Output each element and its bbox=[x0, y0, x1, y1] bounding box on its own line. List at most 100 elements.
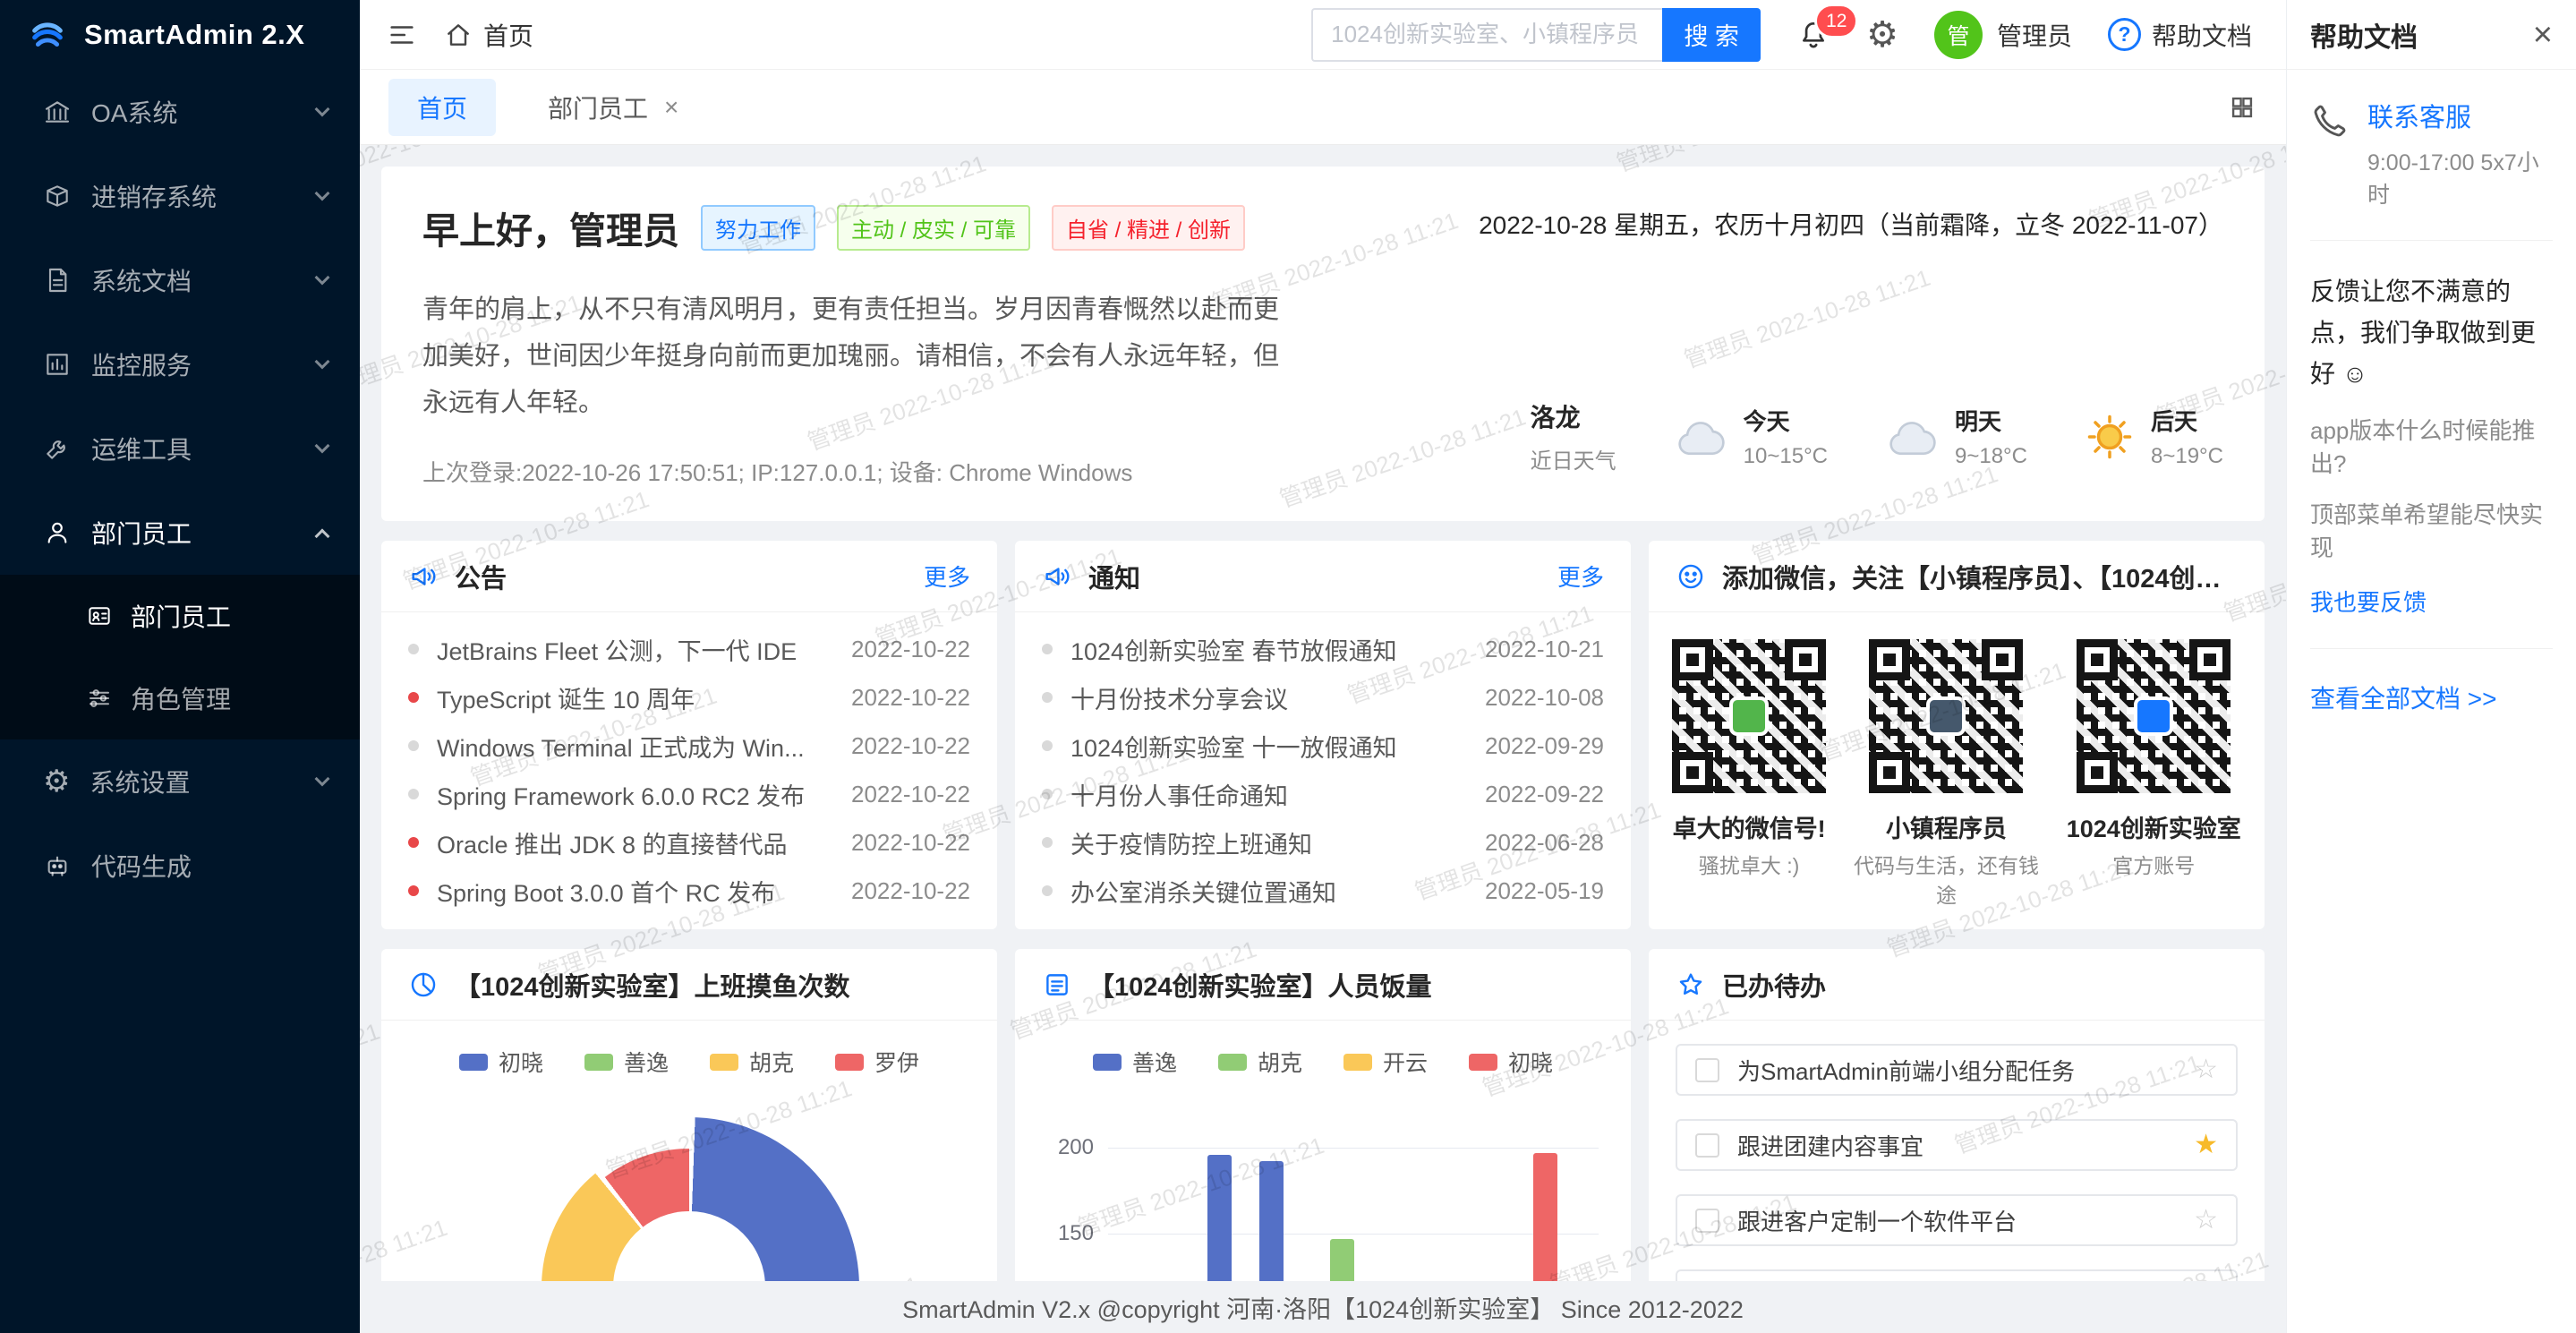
sidebar-item-oa[interactable]: OA系统 bbox=[0, 70, 360, 154]
wrench-icon bbox=[43, 434, 72, 463]
legend-item[interactable]: 初晓 bbox=[459, 1046, 543, 1078]
list-item[interactable]: Oracle 推出 JDK 8 的直接替代品2022-10-22 bbox=[408, 818, 970, 867]
list-item[interactable]: 十月份人事任命通知2022-09-22 bbox=[1042, 770, 1604, 818]
weather-day-name: 明天 bbox=[1955, 404, 2027, 437]
todo-item-cut[interactable]: ☆ bbox=[1676, 1269, 2238, 1281]
list-item[interactable]: Spring Boot 3.0.0 首个 RC 发布2022-10-22 bbox=[408, 867, 970, 915]
app-logo[interactable]: SmartAdmin 2.X bbox=[0, 0, 360, 70]
notifications-button[interactable]: 12 bbox=[1796, 18, 1830, 52]
sidebar-menu: OA系统 进销存系统 系统文档 监控服务 运维工具 部门员工 部门员工 bbox=[0, 70, 360, 908]
legend-swatch bbox=[584, 1054, 613, 1071]
close-icon[interactable]: × bbox=[2533, 18, 2553, 52]
bullet-dot bbox=[1042, 692, 1053, 703]
tab-home[interactable]: 首页 bbox=[388, 79, 496, 136]
bar bbox=[1330, 1239, 1354, 1281]
todo-item[interactable]: 跟进客户定制一个软件平台 ☆ bbox=[1676, 1194, 2238, 1246]
cloud-icon bbox=[1883, 415, 1941, 458]
item-date: 2022-10-22 bbox=[851, 781, 970, 808]
fish-donut bbox=[381, 1081, 997, 1281]
star-filled-icon[interactable]: ★ bbox=[2194, 1132, 2218, 1158]
item-date: 2022-09-22 bbox=[1485, 781, 1604, 808]
help-docs-button[interactable]: ? 帮助文档 bbox=[2108, 17, 2252, 53]
list-item[interactable]: 关于疫情防控上班通知2022-06-28 bbox=[1042, 818, 1604, 867]
tab-close-icon[interactable]: × bbox=[664, 93, 678, 122]
list-item[interactable]: 办公室消杀关键位置通知2022-05-19 bbox=[1042, 867, 1604, 915]
greeting-title: 早上好，管理员 bbox=[422, 201, 679, 254]
legend-item[interactable]: 善逸 bbox=[1093, 1046, 1177, 1078]
qr-subtitle: 官方账号 bbox=[2067, 851, 2241, 881]
gridline bbox=[1108, 1148, 1599, 1149]
list-item[interactable]: 十月份技术分享会议2022-10-08 bbox=[1042, 673, 1604, 722]
notice-list: 1024创新实验室 春节放假通知2022-10-21 十月份技术分享会议2022… bbox=[1015, 612, 1631, 915]
list-item[interactable]: 1024创新实验室 十一放假通知2022-09-29 bbox=[1042, 722, 1604, 770]
legend-item[interactable]: 善逸 bbox=[584, 1046, 669, 1078]
checkbox[interactable] bbox=[1695, 1133, 1719, 1158]
list-item[interactable]: Spring Framework 6.0.0 RC2 发布2022-10-22 bbox=[408, 770, 970, 818]
legend-item[interactable]: 罗伊 bbox=[835, 1046, 919, 1078]
item-date: 2022-10-22 bbox=[851, 636, 970, 663]
sun-icon bbox=[2083, 410, 2137, 464]
list-item[interactable]: JetBrains Fleet 公测，下一代 IDE2022-10-22 bbox=[408, 625, 970, 673]
item-text: 关于疫情防控上班通知 bbox=[1070, 825, 1467, 860]
todo-text: 为SmartAdmin前端小组分配任务 bbox=[1737, 1054, 2176, 1087]
sidebar-subitem-roles[interactable]: 角色管理 bbox=[0, 657, 360, 739]
app-title: SmartAdmin 2.X bbox=[84, 19, 304, 51]
search-input[interactable] bbox=[1311, 8, 1662, 62]
qr-column: 1024创新实验室 官方账号 bbox=[2067, 639, 2241, 910]
legend-item[interactable]: 初晓 bbox=[1469, 1046, 1553, 1078]
smiley-icon bbox=[1676, 561, 1706, 592]
todo-item[interactable]: 跟进团建内容事宜 ★ bbox=[1676, 1119, 2238, 1171]
more-link[interactable]: 更多 bbox=[1557, 560, 1604, 593]
help-panel-title: 帮助文档 bbox=[2310, 15, 2418, 55]
help-label: 帮助文档 bbox=[2152, 17, 2252, 53]
sidebar-item-settings[interactable]: ⚙ 系统设置 bbox=[0, 739, 360, 824]
todo-item[interactable]: 为SmartAdmin前端小组分配任务 ☆ bbox=[1676, 1044, 2238, 1096]
gear-icon: ⚙ bbox=[43, 766, 70, 797]
view-all-docs-link[interactable]: 查看全部文档 >> bbox=[2310, 679, 2553, 715]
weather-widget: 洛龙 近日天气 今天10~15°C 明天9~18°C 后天8~19°C bbox=[1531, 398, 2223, 474]
checkbox[interactable] bbox=[1695, 1209, 1719, 1233]
todo-card: 已办待办 为SmartAdmin前端小组分配任务 ☆ 跟进团建内容事宜 ★ bbox=[1649, 949, 2265, 1281]
sidebar-subitem-dept-employee[interactable]: 部门员工 bbox=[0, 575, 360, 657]
sidebar-item-monitor[interactable]: 监控服务 bbox=[0, 322, 360, 406]
footer-text: SmartAdmin V2.x @copyright 河南·洛阳【1024创新实… bbox=[902, 1290, 1744, 1325]
bullet-dot bbox=[1042, 789, 1053, 799]
collapse-menu-icon[interactable] bbox=[387, 20, 417, 50]
legend-swatch bbox=[710, 1054, 738, 1071]
support-hours: 9:00-17:00 5x7小时 bbox=[2367, 145, 2553, 209]
settings-gear-icon[interactable]: ⚙ bbox=[1866, 14, 1898, 56]
weather-day-name: 今天 bbox=[1744, 404, 1828, 437]
notification-badge: 12 bbox=[1814, 4, 1858, 38]
more-link[interactable]: 更多 bbox=[924, 560, 970, 593]
list-item[interactable]: TypeScript 诞生 10 周年2022-10-22 bbox=[408, 673, 970, 722]
legend-item[interactable]: 胡克 bbox=[710, 1046, 794, 1078]
fish-chart-card: 【1024创新实验室】上班摸鱼次数 初晓 善逸 胡克 罗伊 bbox=[381, 949, 997, 1281]
checkbox[interactable] bbox=[1695, 1058, 1719, 1082]
home-icon[interactable] bbox=[444, 21, 473, 49]
breadcrumb: 首页 bbox=[387, 17, 533, 53]
sidebar-item-inventory[interactable]: 进销存系统 bbox=[0, 154, 360, 238]
sidebar: SmartAdmin 2.X OA系统 进销存系统 系统文档 监控服务 运维工具… bbox=[0, 0, 360, 1333]
legend-item[interactable]: 胡克 bbox=[1218, 1046, 1302, 1078]
sidebar-item-dept-employee[interactable]: 部门员工 bbox=[0, 491, 360, 575]
weather-day: 明天9~18°C bbox=[1883, 404, 2027, 469]
sidebar-item-docs[interactable]: 系统文档 bbox=[0, 238, 360, 322]
list-item[interactable]: Windows Terminal 正式成为 Win...2022-10-22 bbox=[408, 722, 970, 770]
search-button[interactable]: 搜 索 bbox=[1662, 8, 1761, 62]
user-menu[interactable]: 管 管理员 bbox=[1934, 11, 2072, 59]
content-area: 管理员 2022-10-28 11:21管理员 2022-10-28 11:21… bbox=[360, 145, 2286, 1281]
feedback-item: app版本什么时候能推出? bbox=[2310, 413, 2553, 479]
tab-dept-employee[interactable]: 部门员工 × bbox=[548, 90, 678, 125]
feedback-link[interactable]: 我也要反馈 bbox=[2310, 585, 2427, 618]
contact-support-link[interactable]: 联系客服 bbox=[2367, 97, 2553, 134]
qr-center-logo bbox=[1926, 696, 1966, 736]
sidebar-item-ops-tools[interactable]: 运维工具 bbox=[0, 406, 360, 491]
list-item[interactable]: 1024创新实验室 春节放假通知2022-10-21 bbox=[1042, 625, 1604, 673]
legend-item[interactable]: 开云 bbox=[1343, 1046, 1428, 1078]
star-outline-icon[interactable]: ☆ bbox=[2194, 1056, 2218, 1083]
star-outline-icon[interactable]: ☆ bbox=[2194, 1207, 2218, 1234]
cloud-icon bbox=[1672, 415, 1729, 458]
tab-layout-grid-icon[interactable] bbox=[2227, 92, 2257, 123]
topbar: 首页 搜 索 12 ⚙ 管 管理员 ? 帮助文档 bbox=[360, 0, 2286, 70]
sidebar-item-codegen[interactable]: 代码生成 bbox=[0, 824, 360, 908]
